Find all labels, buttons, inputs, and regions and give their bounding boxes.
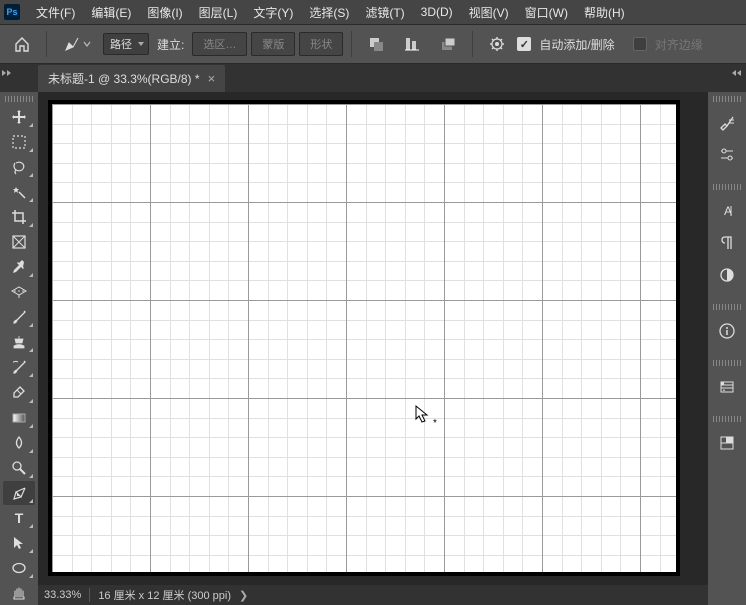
crop-tool[interactable] [3, 205, 35, 229]
ellipse-tool[interactable] [3, 556, 35, 580]
panel-grip[interactable] [713, 184, 741, 190]
menu-view[interactable]: 视图(V) [461, 0, 517, 24]
zoom-level[interactable]: 33.33% [44, 589, 81, 601]
menu-window[interactable]: 窗口(W) [517, 0, 576, 24]
panel-grip[interactable] [5, 96, 33, 102]
menu-3d[interactable]: 3D(D) [413, 0, 461, 24]
align-edges-checkbox[interactable] [633, 37, 647, 51]
auto-add-delete-label: 自动添加/删除 [539, 36, 614, 53]
paragraph-panel-icon[interactable] [711, 228, 743, 258]
document-dimensions: 16 厘米 x 12 厘米 (300 ppi) [98, 587, 231, 603]
ruler-tool[interactable] [3, 280, 35, 304]
move-tool[interactable] [3, 105, 35, 129]
brush-tool[interactable] [3, 305, 35, 329]
menu-filter[interactable]: 滤镜(T) [357, 0, 412, 24]
separator [46, 31, 47, 57]
eraser-tool[interactable] [3, 380, 35, 404]
frame-tool[interactable] [3, 230, 35, 254]
path-selection-tool[interactable] [3, 531, 35, 555]
status-next-icon[interactable]: ❯ [239, 589, 248, 602]
status-bar: 33.33% 16 厘米 x 12 厘米 (300 ppi) ❯ [38, 585, 708, 605]
right-panel: A [708, 92, 746, 605]
menu-help[interactable]: 帮助(H) [576, 0, 633, 24]
panel-grip[interactable] [713, 360, 741, 366]
gear-icon[interactable] [481, 28, 513, 60]
dodge-tool[interactable] [3, 456, 35, 480]
panel-grip[interactable] [713, 416, 741, 422]
document-tabbar: 未标题-1 @ 33.3%(RGB/8) * × [38, 64, 708, 92]
make-mask-button[interactable]: 蒙版 [251, 32, 295, 56]
expand-right-icon[interactable] [732, 70, 744, 82]
info-panel-icon[interactable] [711, 316, 743, 346]
menubar: Ps 文件(F) 编辑(E) 图像(I) 图层(L) 文字(Y) 选择(S) 滤… [0, 0, 746, 24]
app-logo: Ps [4, 4, 20, 20]
build-label: 建立: [153, 36, 188, 53]
eyedropper-tool[interactable] [3, 255, 35, 279]
path-operations-button[interactable] [360, 28, 392, 60]
options-bar: 路径 建立: 选区… 蒙版 形状 ✓ 自动添加/删除 对齐边缘 [0, 24, 746, 64]
marquee-tool[interactable] [3, 130, 35, 154]
auto-add-delete-checkbox[interactable]: ✓ [517, 37, 531, 51]
adjustments-icon[interactable] [711, 140, 743, 170]
panel-grip[interactable] [713, 96, 741, 102]
panel-grip[interactable] [713, 304, 741, 310]
menu-select[interactable]: 选择(S) [301, 0, 357, 24]
home-button[interactable] [6, 28, 38, 60]
path-alignment-button[interactable] [396, 28, 428, 60]
path-arrangement-button[interactable] [432, 28, 464, 60]
properties-panel-icon[interactable] [711, 428, 743, 458]
history-brush-tool[interactable] [3, 355, 35, 379]
magic-wand-tool[interactable] [3, 180, 35, 204]
close-icon[interactable]: × [208, 71, 216, 86]
align-edges-label: 对齐边缘 [655, 36, 703, 53]
hand-tool[interactable] [3, 581, 35, 605]
character-panel-icon[interactable]: A [711, 196, 743, 226]
document-tab[interactable]: 未标题-1 @ 33.3%(RGB/8) * × [38, 65, 225, 92]
menu-type[interactable]: 文字(Y) [245, 0, 301, 24]
pen-tool-preset[interactable] [55, 28, 99, 60]
mode-select[interactable]: 路径 [103, 33, 149, 55]
menu-image[interactable]: 图像(I) [139, 0, 190, 24]
menu-edit[interactable]: 编辑(E) [83, 0, 139, 24]
gradient-tool[interactable] [3, 406, 35, 430]
type-tool[interactable]: T [3, 506, 35, 530]
expand-left-icon[interactable] [2, 70, 14, 82]
pen-tool[interactable] [3, 481, 35, 505]
layers-panel-icon[interactable] [711, 372, 743, 402]
tab-title: 未标题-1 @ 33.3%(RGB/8) * [48, 70, 200, 87]
separator [351, 31, 352, 57]
svg-text:T: T [15, 510, 24, 526]
brush-settings-icon[interactable] [711, 108, 743, 138]
blur-tool[interactable] [3, 431, 35, 455]
canvas-area: * 33.33% 16 厘米 x 12 厘米 (300 ppi) ❯ [38, 92, 708, 605]
color-panel-icon[interactable] [711, 260, 743, 290]
lasso-tool[interactable] [3, 155, 35, 179]
document-canvas[interactable] [48, 100, 680, 576]
tools-panel: T [0, 92, 38, 605]
menu-file[interactable]: 文件(F) [28, 0, 83, 24]
separator [472, 31, 473, 57]
make-selection-button[interactable]: 选区… [192, 32, 247, 56]
menu-layer[interactable]: 图层(L) [191, 0, 246, 24]
make-shape-button[interactable]: 形状 [299, 32, 343, 56]
clone-stamp-tool[interactable] [3, 330, 35, 354]
